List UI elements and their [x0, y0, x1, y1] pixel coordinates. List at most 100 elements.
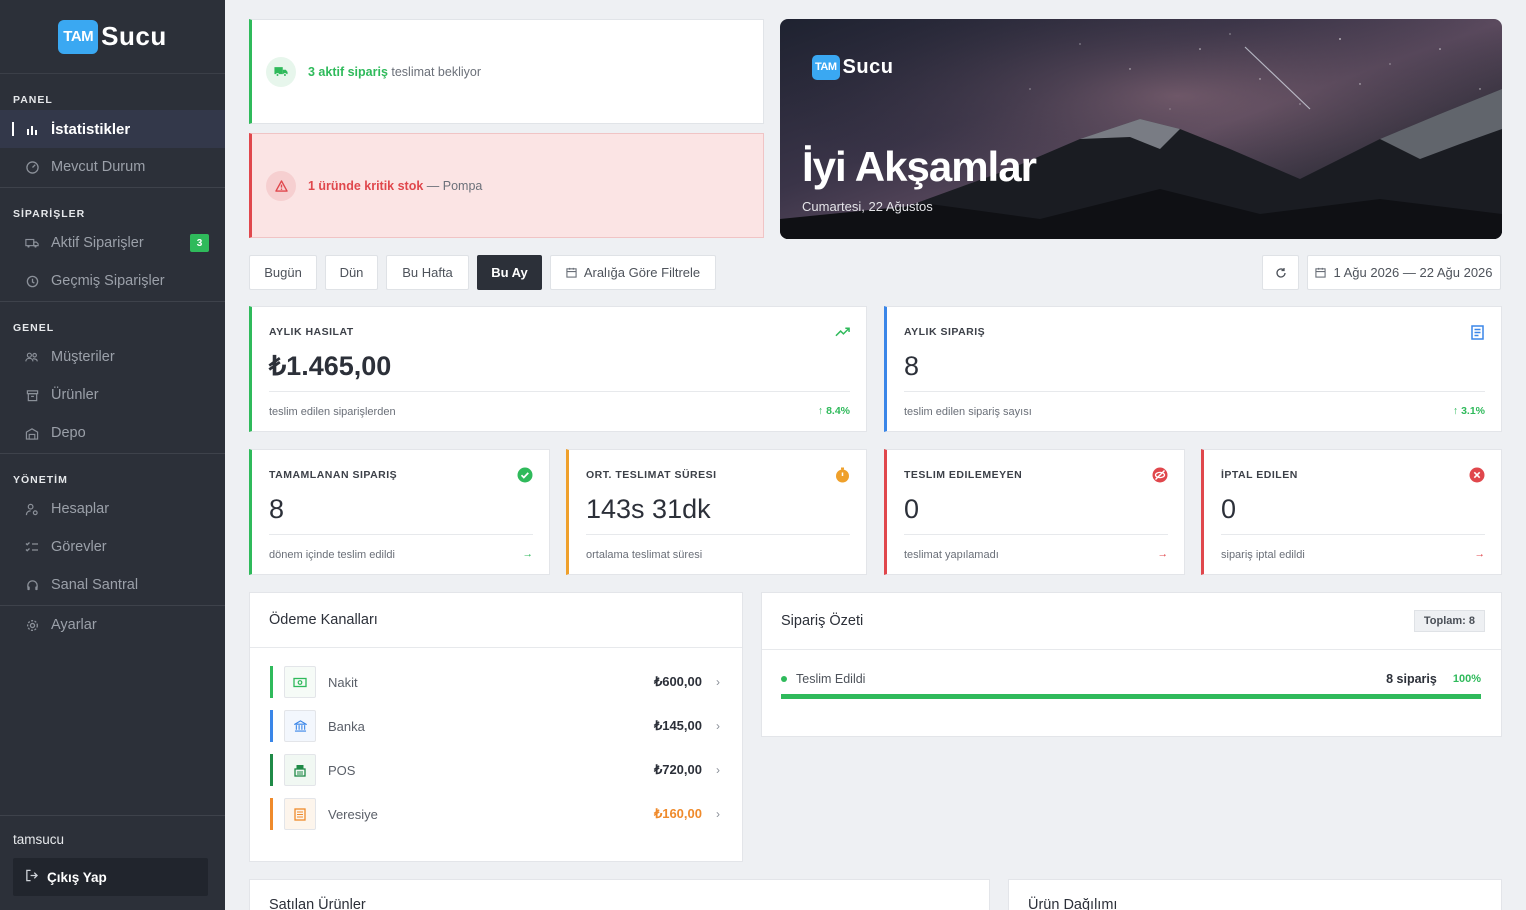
stat-label: AYLIK SIPARIŞ [904, 326, 986, 338]
sidebar-item-statistics[interactable]: İstatistikler [0, 110, 225, 148]
arrow-up-icon: ↑ [1452, 405, 1462, 417]
users-icon [25, 350, 39, 364]
sidebar-item-settings[interactable]: Ayarlar [0, 606, 225, 644]
delivery-alert[interactable]: 3 aktif sipariş teslimat bekliyor [249, 19, 764, 124]
sold-products-panel: Satılan Ürünler [249, 879, 990, 910]
stat-card-completed-orders[interactable]: TAMAMLANAN SIPARIŞ 8 dönem içinde teslim… [249, 449, 550, 575]
calendar-icon [566, 267, 577, 278]
panel-title: Ürün Dağılımı [1028, 897, 1118, 910]
sidebar-item-customers[interactable]: Müşteriler [0, 338, 225, 376]
refresh-button[interactable] [1262, 255, 1299, 290]
task-list-icon [25, 540, 39, 554]
logout-icon [25, 869, 38, 885]
stat-card-monthly-revenue[interactable]: AYLIK HASILAT ₺1.465,00 teslim edilen si… [249, 306, 867, 432]
divider [904, 391, 1485, 392]
stat-label: İPTAL EDILEN [1221, 469, 1298, 481]
payment-amount: ₺720,00 [653, 762, 702, 777]
brand-badge: TAM [58, 19, 99, 54]
stat-card-avg-delivery-time[interactable]: ORT. TESLIMAT SÜRESI 143s 31dk ortalama … [566, 449, 867, 575]
stat-value: 143s 31dk [586, 494, 711, 524]
stock-alert[interactable]: 1 üründe kritik stok — Pompa [249, 133, 764, 238]
headset-icon [25, 578, 39, 592]
stat-trend: ↑ 3.1% [1453, 405, 1485, 417]
stat-card-monthly-orders[interactable]: AYLIK SIPARIŞ 8 teslim edilen sipariş sa… [884, 306, 1502, 432]
gear-icon [25, 618, 39, 632]
stat-footnote: ortalama teslimat süresi [586, 549, 703, 561]
sidebar-item-past-orders[interactable]: Geçmiş Siparişler [0, 262, 225, 300]
sidebar-item-active-orders[interactable]: Aktif Siparişler 3 [0, 224, 225, 262]
total-orders-badge: Toplam: 8 [1413, 610, 1485, 632]
arrow-right-icon[interactable]: → [1158, 548, 1169, 560]
payment-label: Nakit [328, 674, 358, 690]
divider [1221, 534, 1485, 535]
brand-logo[interactable]: TAM Sucu [0, 0, 225, 74]
stat-card-cancelled[interactable]: İPTAL EDILEN 0 sipariş iptal edildi → [1201, 449, 1502, 575]
sidebar-item-label: Aktif Siparişler [51, 235, 144, 251]
sidebar-item-virtual-pbx[interactable]: Sanal Santral [0, 566, 225, 604]
divider [269, 534, 533, 535]
refresh-icon [1275, 267, 1287, 279]
chevron-right-icon: › [716, 719, 720, 733]
sidebar-item-accounts[interactable]: Hesaplar [0, 490, 225, 528]
section-title-panel: PANEL [13, 94, 53, 106]
progress-fill [781, 694, 1481, 699]
logout-label: Çıkış Yap [47, 869, 107, 885]
sidebar-item-label: Müşteriler [51, 349, 115, 365]
order-status-row[interactable]: Teslim Edildi 8 sipariş 100% [781, 672, 1481, 686]
arrow-right-icon[interactable]: → [523, 548, 534, 560]
stat-footnote: teslimat yapılamadı [904, 549, 999, 561]
payment-label: Banka [328, 718, 365, 734]
filter-this-month-button[interactable]: Bu Ay [477, 255, 542, 290]
pos-terminal-icon [284, 754, 316, 786]
warning-triangle-icon [266, 170, 296, 201]
sidebar-item-label: İstatistikler [51, 120, 131, 138]
stat-value: 8 [269, 494, 285, 524]
stock-alert-text: — Pompa [423, 178, 483, 193]
filter-today-button[interactable]: Bugün [249, 255, 317, 290]
sidebar-item-warehouse[interactable]: Depo [0, 414, 225, 452]
product-distribution-panel: Ürün Dağılımı [1008, 879, 1502, 910]
panel-title: Satılan Ürünler [269, 897, 366, 910]
user-cog-icon [25, 502, 39, 516]
stat-trend-value: 3.1% [1461, 405, 1485, 417]
delivery-alert-count[interactable]: 3 aktif sipariş [308, 65, 388, 79]
panel-title: Sipariş Özeti [762, 593, 1501, 650]
payment-amount: ₺145,00 [653, 718, 702, 733]
payment-row-bank[interactable]: Banka ₺145,00 › [270, 710, 720, 742]
cash-icon [284, 666, 316, 698]
greeting-hero: TAM Sucu İyi Akşamlar Cumartesi, 22 Ağus… [780, 19, 1502, 239]
status-dot [781, 676, 787, 682]
filter-range-label: Aralığa Göre Filtrele [583, 265, 701, 280]
warehouse-icon [25, 426, 39, 440]
stat-value: 0 [904, 494, 920, 524]
stat-footnote: sipariş iptal edildi [1221, 549, 1305, 561]
payment-row-pos[interactable]: POS ₺720,00 › [270, 754, 720, 786]
sidebar-item-tasks[interactable]: Görevler [0, 528, 225, 566]
sidebar-item-label: Sanal Santral [51, 577, 139, 593]
date-range-label: 1 Ağu 2026 — 22 Ağu 2026 [1333, 265, 1493, 280]
order-status-percent: 100% [1452, 673, 1481, 685]
greeting-title: İyi Akşamlar [802, 143, 1037, 190]
arrow-right-icon[interactable]: → [1475, 548, 1486, 560]
sidebar-item-products[interactable]: Ürünler [0, 376, 225, 414]
filter-yesterday-button[interactable]: Dün [325, 255, 378, 290]
user-area: tamsucu Çıkış Yap [0, 815, 225, 910]
stat-card-undelivered[interactable]: TESLIM EDILEMEYEN 0 teslimat yapılamadı … [884, 449, 1185, 575]
payment-row-cash[interactable]: Nakit ₺600,00 › [270, 666, 720, 698]
stat-label: TAMAMLANAN SIPARIŞ [269, 469, 398, 481]
chevron-right-icon: › [716, 807, 720, 821]
sidebar-item-label: Hesaplar [51, 501, 110, 517]
date-range-picker[interactable]: 1 Ağu 2026 — 22 Ağu 2026 [1307, 255, 1501, 290]
stat-trend-value: 8.4% [826, 405, 850, 417]
delivery-alert-text: teslimat bekliyor [387, 64, 481, 79]
logout-button[interactable]: Çıkış Yap [13, 858, 208, 896]
sidebar-item-label: Görevler [51, 539, 107, 555]
payment-row-credit[interactable]: Veresiye ₺160,00 › [270, 798, 720, 830]
sidebar-item-current-status[interactable]: Mevcut Durum [0, 148, 225, 186]
filter-this-week-button[interactable]: Bu Hafta [386, 255, 469, 290]
stock-alert-count[interactable]: 1 üründe kritik stok [308, 179, 423, 193]
hero-brand-logo: TAM Sucu [812, 55, 893, 80]
sidebar: TAM Sucu PANEL İstatistikler Mevcut Duru… [0, 0, 225, 910]
filter-range-button[interactable]: Aralığa Göre Filtrele [550, 255, 716, 290]
order-summary-panel: Sipariş Özeti Toplam: 8 Teslim Edildi 8 … [761, 592, 1502, 737]
